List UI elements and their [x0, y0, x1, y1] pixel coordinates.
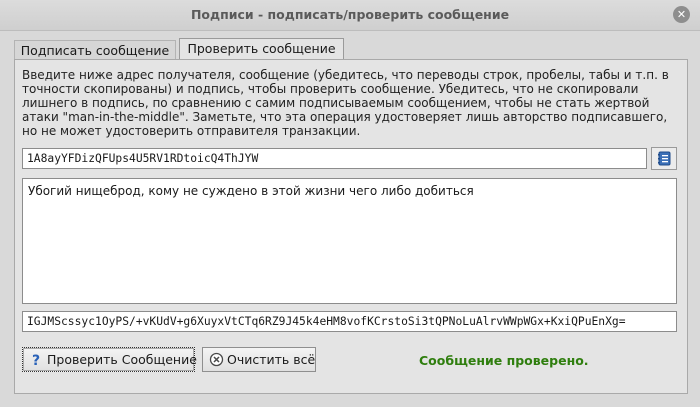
question-icon: ?: [32, 353, 40, 367]
address-input[interactable]: 1A8ayYFDizQFUps4U5RV1RDtoicQ4ThJYW: [22, 148, 647, 169]
svg-text:?: ?: [32, 353, 40, 367]
address-book-icon: [658, 151, 671, 166]
clear-icon: [209, 352, 224, 367]
verify-button-label: Проверить Сообщение: [47, 352, 197, 367]
message-textarea[interactable]: Убогий нищеброд, кому не суждено в этой …: [22, 178, 677, 304]
signature-input[interactable]: IGJMScssyc1OyPS/+vKUdV+g6XuyxVtCTq6RZ9J4…: [22, 311, 677, 332]
clear-all-button[interactable]: Очистить всё: [202, 347, 316, 372]
tab-sign-message[interactable]: Подписать сообщение: [14, 40, 176, 59]
window-title: Подписи - подписать/проверить сообщение: [190, 7, 510, 22]
tab-verify-message[interactable]: Проверить сообщение: [179, 38, 344, 60]
verify-message-button[interactable]: ? Проверить Сообщение: [22, 347, 197, 372]
title-bar: Подписи - подписать/проверить сообщение …: [0, 0, 700, 31]
address-book-button[interactable]: [651, 147, 677, 170]
verification-status: Сообщение проверено.: [419, 353, 589, 368]
instructions-text: Введите ниже адрес получателя, сообщение…: [22, 68, 669, 138]
close-icon[interactable]: ✕: [673, 6, 690, 23]
clear-button-label: Очистить всё: [227, 352, 316, 367]
